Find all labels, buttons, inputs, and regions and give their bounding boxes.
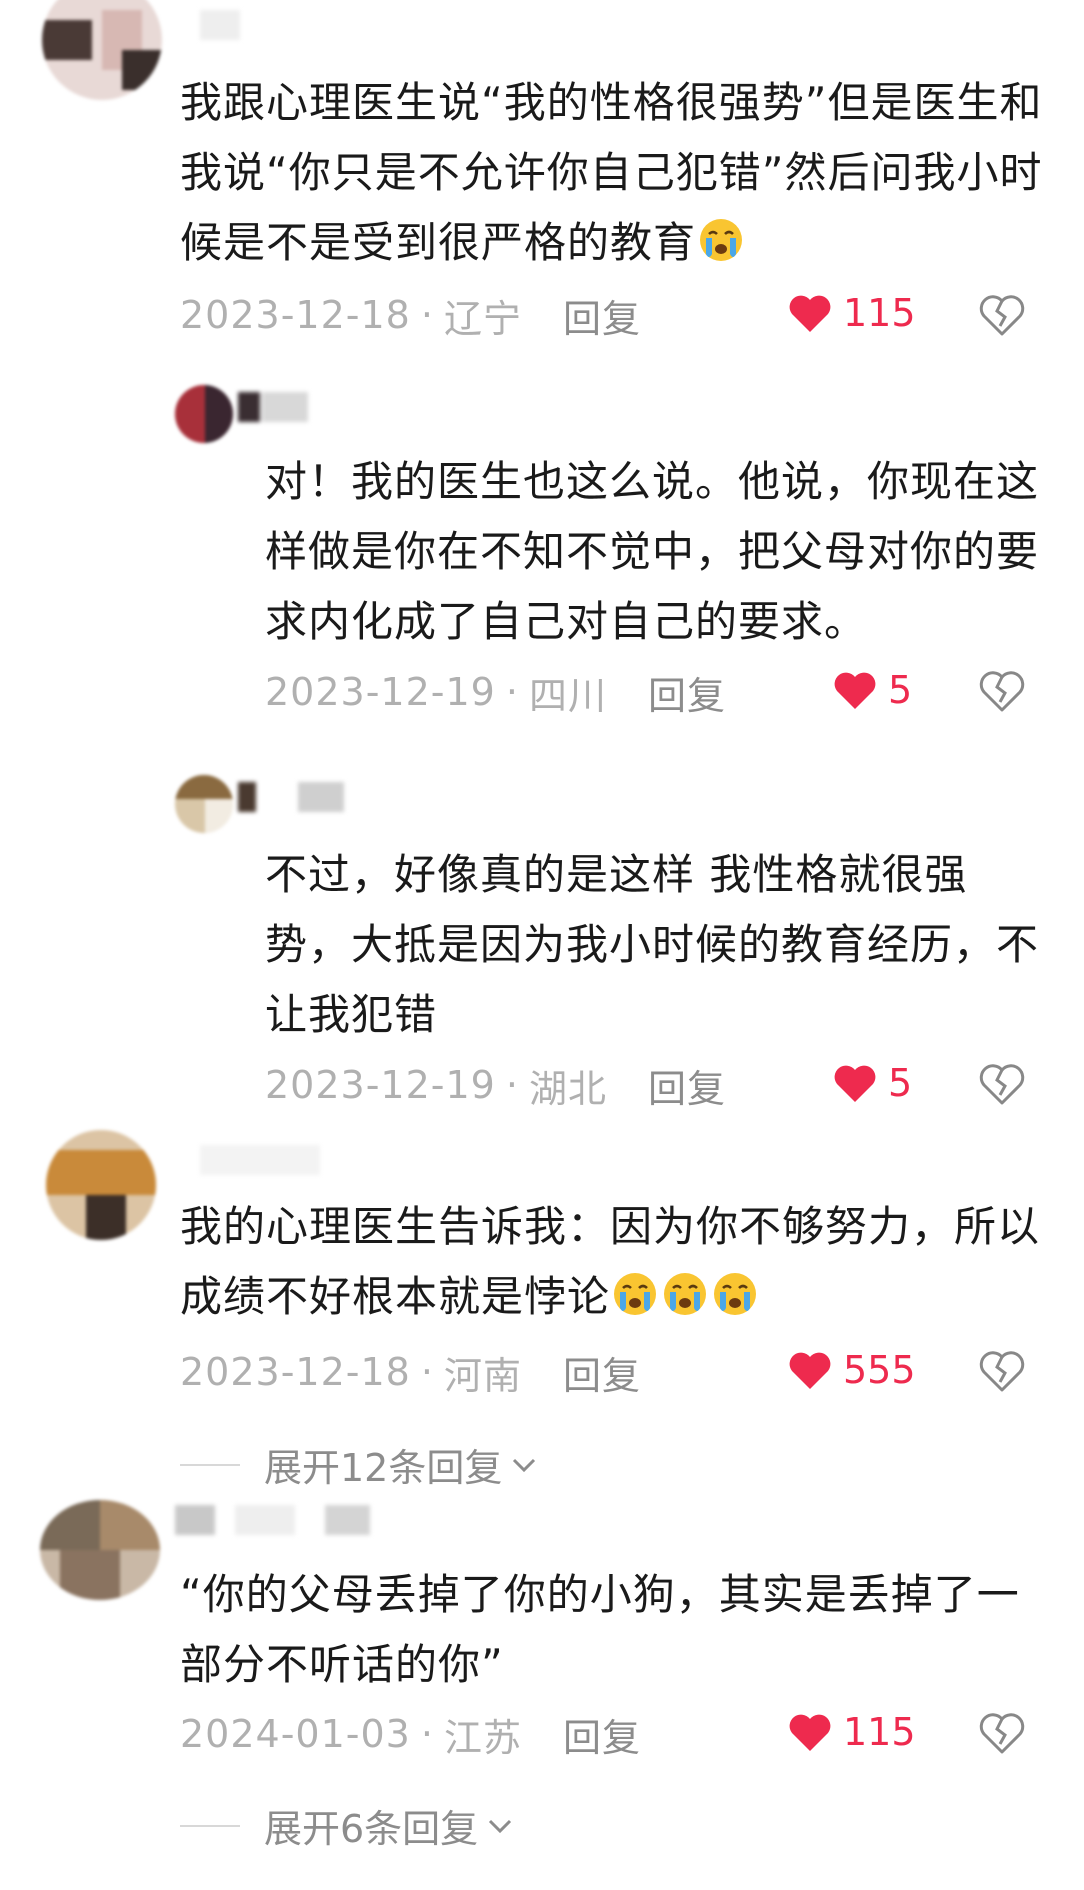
crying-face-emoji: [700, 219, 743, 261]
avatar[interactable]: [46, 1130, 156, 1240]
comment-meta: 2023-12-18 · 辽宁: [180, 290, 522, 341]
heart-icon: [789, 295, 831, 332]
comment-meta: 2023-12-18 · 河南: [180, 1347, 522, 1398]
username-blurred[interactable]: [238, 392, 308, 422]
comment-text: 对！我的医生也这么说。他说，你现在这样做是你在不知不觉中，把父母对你的要求内化成…: [265, 457, 1040, 646]
divider: [180, 1824, 240, 1827]
heart-icon: [789, 1714, 831, 1751]
avatar[interactable]: [40, 1500, 160, 1600]
expand-replies-label: 展开6条回复: [264, 1807, 479, 1851]
crying-face-emoji: [714, 1273, 757, 1315]
heart-icon: [789, 1352, 831, 1389]
comment-location: 湖北: [528, 1066, 607, 1111]
broken-heart-icon[interactable]: [978, 1710, 1026, 1756]
crying-face-emoji: [614, 1273, 657, 1315]
reply-button[interactable]: 回复: [648, 667, 726, 718]
heart-icon: [834, 1065, 876, 1102]
broken-heart-icon[interactable]: [978, 292, 1026, 338]
broken-heart-icon[interactable]: [978, 1348, 1026, 1394]
chevron-down-icon: [489, 1819, 512, 1833]
like-button[interactable]: 5: [832, 1061, 912, 1105]
comment-date: 2024-01-03: [180, 1712, 411, 1756]
avatar[interactable]: [42, 0, 162, 100]
comment-date: 2023-12-19: [265, 670, 496, 714]
comment-location: 辽宁: [443, 296, 522, 341]
username-blurred[interactable]: [200, 1145, 320, 1175]
reply-button[interactable]: 回复: [563, 1709, 641, 1760]
like-button[interactable]: 115: [787, 291, 916, 335]
comment-location: 四川: [528, 673, 607, 718]
comment-location: 河南: [443, 1353, 522, 1398]
reply-button[interactable]: 回复: [563, 1347, 641, 1398]
like-count: 5: [888, 668, 913, 712]
reply-button[interactable]: 回复: [563, 290, 641, 341]
comment-meta: 2023-12-19 · 四川: [265, 667, 607, 718]
like-button[interactable]: 115: [787, 1710, 916, 1754]
expand-replies-button[interactable]: 展开12条回复: [180, 1437, 538, 1492]
like-button[interactable]: 555: [787, 1348, 916, 1392]
reply-button[interactable]: 回复: [648, 1060, 726, 1111]
comment-meta: 2023-12-19 · 湖北: [265, 1060, 607, 1111]
comment-text: “你的父母丢掉了你的小狗，其实是丢掉了一部分不听话的你”: [180, 1570, 1020, 1689]
avatar[interactable]: [175, 775, 233, 833]
comment-text: 不过，好像真的是这样 我性格就很强势，大抵是因为我小时候的教育经历，不让我犯错: [265, 850, 1040, 1039]
like-count: 555: [843, 1348, 916, 1392]
expand-replies-button[interactable]: 展开6条回复: [180, 1798, 514, 1853]
username-blurred[interactable]: [175, 1505, 390, 1535]
heart-icon: [834, 672, 876, 709]
like-count: 115: [843, 291, 916, 335]
avatar[interactable]: [175, 385, 233, 443]
comment-date: 2023-12-18: [180, 293, 411, 337]
broken-heart-icon[interactable]: [978, 1061, 1026, 1107]
comment-text: 我跟心理医生说“我的性格很强势”但是医生和我说“你只是不允许你自己犯错”然后问我…: [180, 78, 1043, 267]
like-count: 5: [888, 1061, 913, 1105]
username-blurred[interactable]: [238, 782, 348, 812]
crying-face-emoji: [664, 1273, 707, 1315]
comment-location: 江苏: [443, 1715, 522, 1760]
broken-heart-icon[interactable]: [978, 668, 1026, 714]
divider: [180, 1463, 240, 1466]
comment-text: 我的心理医生告诉我：因为你不够努力，所以成绩不好根本就是悖论: [180, 1202, 1041, 1321]
comment-date: 2023-12-18: [180, 1350, 411, 1394]
username-blurred[interactable]: [200, 10, 240, 40]
expand-replies-label: 展开12条回复: [264, 1446, 503, 1490]
like-count: 115: [843, 1710, 916, 1754]
comment-date: 2023-12-19: [265, 1063, 496, 1107]
comment-meta: 2024-01-03 · 江苏: [180, 1709, 522, 1760]
like-button[interactable]: 5: [832, 668, 912, 712]
chevron-down-icon: [513, 1458, 536, 1472]
